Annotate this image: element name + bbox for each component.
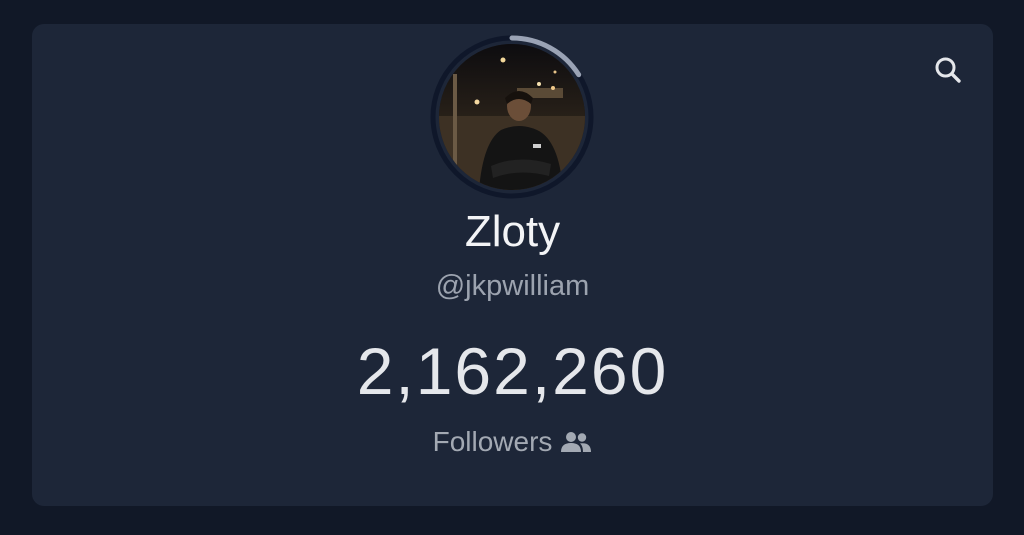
profile-display-name: Zloty [464,207,561,256]
search-button[interactable] [928,50,968,90]
profile-card: Zloty @jkpwilliam 2,162,260 Followers [32,24,993,506]
profile-handle: @jkpwilliam [435,270,590,302]
followers-label: Followers [432,426,553,457]
avatar [439,44,585,190]
avatar-container[interactable] [427,32,597,202]
users-icon [560,427,592,463]
follower-count: 2,162,260 [356,334,669,408]
followers-label-row: Followers [32,424,993,463]
search-icon [928,50,968,90]
